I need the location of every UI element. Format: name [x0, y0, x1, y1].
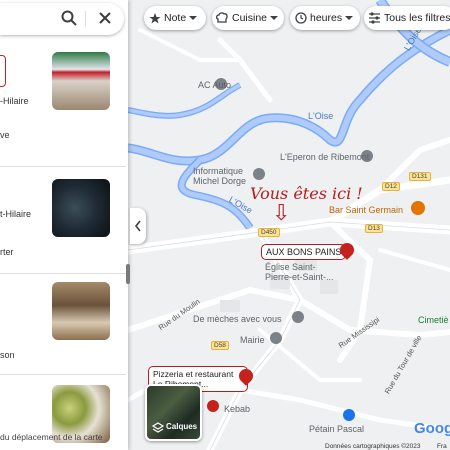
- filter-sliders-icon: [369, 12, 380, 24]
- place-informatique[interactable]: Informatique Michel Dorge: [193, 166, 253, 186]
- result-item[interactable]: t-Hilaire rter: [0, 167, 126, 274]
- road-d58: D58: [211, 341, 229, 350]
- result-photo[interactable]: [52, 282, 110, 340]
- result-photo[interactable]: [52, 179, 110, 237]
- place-bar[interactable]: Bar Saint Germain: [329, 205, 403, 215]
- aux-bons-pains-label: AUX BONS PAINS: [266, 247, 342, 257]
- collapse-panel-button[interactable]: [130, 208, 146, 244]
- filter-all[interactable]: Tous les filtres: [364, 6, 450, 30]
- filter-hours-label: heures: [310, 12, 343, 24]
- filter-cuisine[interactable]: Cuisine: [212, 6, 284, 30]
- place-ac-auto[interactable]: AC Auto: [198, 80, 231, 90]
- chevron-down-icon: [189, 16, 198, 20]
- arrow-down-icon: ⇩: [272, 200, 291, 225]
- filter-hours[interactable]: heures: [290, 6, 360, 30]
- filter-cuisine-label: Cuisine: [232, 12, 268, 24]
- result-detail: son: [0, 350, 15, 360]
- scissors-icon[interactable]: [292, 311, 304, 323]
- google-logo: Googl: [414, 420, 450, 437]
- results-panel: -Hilaire ve t-Hilaire rter son du déplac…: [0, 0, 128, 450]
- selected-marker: [0, 55, 6, 87]
- close-icon[interactable]: [96, 9, 116, 29]
- road-d131: D131: [409, 172, 431, 181]
- panel-scrollbar[interactable]: [126, 264, 130, 284]
- townhall-icon[interactable]: [270, 332, 282, 344]
- place-eperon[interactable]: L'Eperon de Ribemont: [280, 152, 369, 162]
- result-item[interactable]: son: [0, 274, 126, 375]
- place-eglise[interactable]: Église Saint-Pierre-et-Saint-...: [265, 262, 335, 282]
- place-cimetiere[interactable]: Cimetiè: [418, 315, 449, 325]
- layers-label: Calques: [166, 422, 198, 431]
- result-name: -Hilaire: [0, 96, 29, 106]
- filter-rating[interactable]: Note: [144, 6, 206, 30]
- layers-icon: [151, 422, 165, 433]
- place-de-meches[interactable]: De mèches avec vous: [193, 314, 282, 324]
- bar-icon[interactable]: [411, 201, 425, 215]
- place-mairie[interactable]: Mairie: [240, 335, 265, 345]
- filter-all-label: Tous les filtres: [384, 12, 450, 24]
- search-icon[interactable]: [60, 9, 80, 29]
- result-item[interactable]: [0, 375, 126, 443]
- clock-icon: [295, 12, 307, 24]
- result-detail: ve: [0, 130, 10, 140]
- road-d450: D450: [258, 228, 280, 237]
- chef-hat-icon: [215, 12, 228, 23]
- result-photo[interactable]: [52, 52, 110, 110]
- river-label: L'Oise: [308, 111, 334, 121]
- place-kebab[interactable]: Kebab: [224, 404, 250, 414]
- map-language-fra[interactable]: Fra: [437, 443, 447, 450]
- result-name: t-Hilaire: [0, 209, 32, 219]
- road-d12: D12: [382, 182, 400, 191]
- chevron-down-icon: [270, 16, 279, 20]
- place-aux-bons-pains[interactable]: AUX BONS PAINS: [261, 244, 347, 260]
- result-item[interactable]: -Hilaire ve: [0, 40, 126, 167]
- map-data-attribution[interactable]: Données cartographiques ©2023: [325, 443, 421, 450]
- star-icon: [149, 13, 161, 24]
- layers-button[interactable]: Calques: [145, 384, 202, 441]
- chevron-down-icon: [345, 16, 354, 20]
- chevron-left-icon: [134, 220, 141, 232]
- shop-icon-2[interactable]: [343, 409, 355, 421]
- result-detail: rter: [0, 247, 14, 257]
- search-bar[interactable]: [0, 3, 124, 35]
- road-d13: D13: [365, 224, 383, 233]
- search-on-map-move-label[interactable]: du déplacement de la carte: [0, 432, 103, 442]
- handwritten-note: Vous êtes ici !: [250, 184, 363, 203]
- filter-rating-label: Note: [164, 12, 187, 24]
- restaurant-icon[interactable]: [207, 400, 219, 412]
- shop-icon[interactable]: [253, 168, 265, 180]
- place-petain[interactable]: Pétain Pascal: [309, 424, 364, 434]
